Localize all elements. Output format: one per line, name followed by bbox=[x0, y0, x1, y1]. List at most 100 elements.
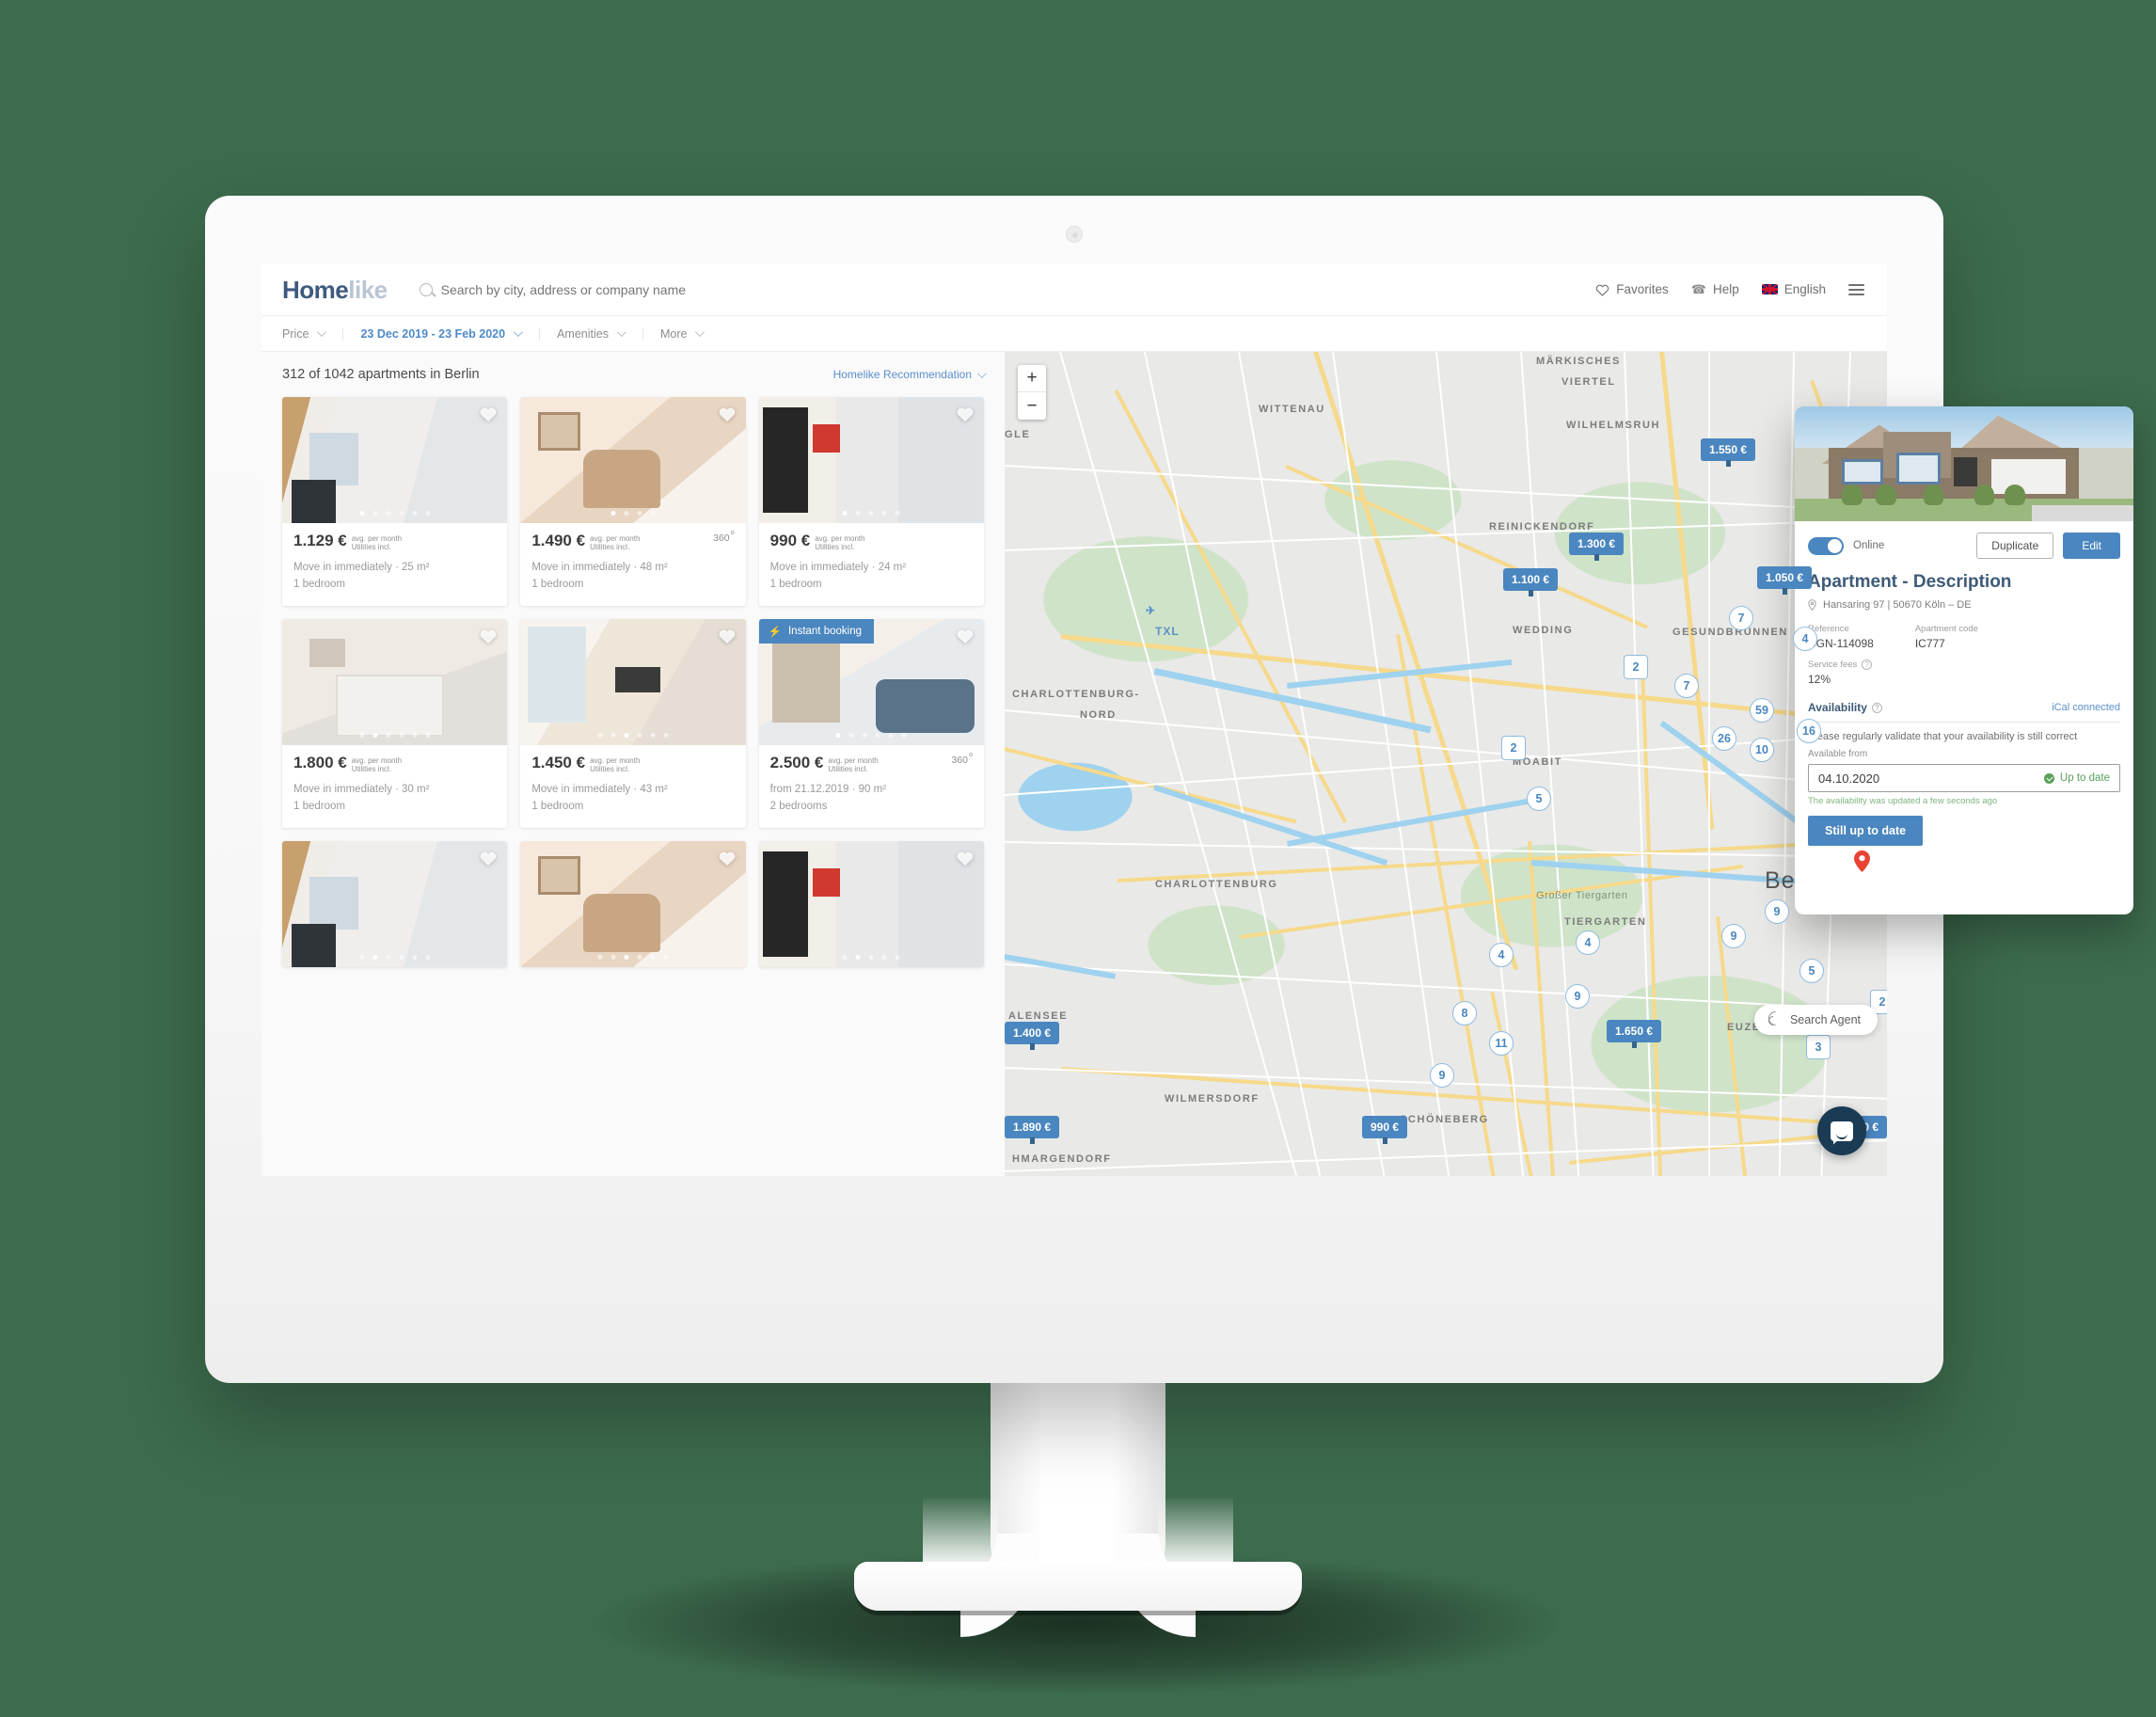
map-cluster-marker[interactable]: 2 bbox=[1501, 736, 1526, 760]
favorite-heart-icon[interactable] bbox=[718, 405, 737, 422]
map-price-pin[interactable]: 990 € bbox=[1362, 1116, 1408, 1144]
search-agent-button[interactable]: Search Agent bbox=[1753, 1005, 1878, 1035]
map-cluster-marker[interactable]: 2 bbox=[1624, 655, 1648, 679]
favorite-heart-icon[interactable] bbox=[479, 628, 498, 644]
favorite-heart-icon[interactable] bbox=[479, 405, 498, 422]
reference-value: CGN-114098 bbox=[1808, 637, 1874, 650]
online-toggle[interactable] bbox=[1808, 536, 1844, 555]
filter-more[interactable]: More bbox=[642, 326, 721, 341]
map-price-pin[interactable]: 1.050 € bbox=[1757, 566, 1813, 595]
map-cluster-marker[interactable]: 5 bbox=[1799, 959, 1824, 983]
listing-image[interactable] bbox=[520, 841, 746, 967]
favorite-heart-icon[interactable] bbox=[718, 850, 737, 866]
filter-dates[interactable]: 23 Dec 2019 - 23 Feb 2020 bbox=[342, 326, 539, 341]
listing-card[interactable] bbox=[758, 841, 984, 967]
selected-location-pin-icon[interactable] bbox=[1854, 851, 1870, 872]
language-selector[interactable]: English bbox=[1761, 282, 1826, 296]
filter-amenities[interactable]: Amenities bbox=[539, 326, 642, 341]
map-cluster-marker[interactable]: 7 bbox=[1729, 606, 1753, 630]
listing-image[interactable] bbox=[282, 397, 508, 523]
image-carousel-dots[interactable] bbox=[597, 733, 669, 738]
duplicate-button[interactable]: Duplicate bbox=[1976, 533, 2054, 559]
homelike-logo[interactable]: Home like bbox=[282, 278, 388, 302]
listing-card[interactable]: 1.129 € avg. per month Utilities incl. Move… bbox=[282, 397, 508, 606]
map-cluster-marker[interactable]: 7 bbox=[1674, 674, 1699, 698]
map-cluster-marker[interactable]: 5 bbox=[1527, 787, 1551, 811]
map-cluster-marker[interactable]: 9 bbox=[1565, 984, 1590, 1009]
listing-card[interactable]: 1.800 € avg. per month Utilities incl. Move… bbox=[282, 619, 508, 828]
map-cluster-marker[interactable]: 4 bbox=[1793, 627, 1817, 651]
search-bar[interactable] bbox=[419, 281, 1596, 297]
map-price-pin[interactable]: 1.650 € bbox=[1607, 1020, 1662, 1048]
image-carousel-dots[interactable] bbox=[835, 733, 907, 738]
chevron-down-icon bbox=[976, 368, 987, 378]
map-price-pin[interactable]: 1.890 € bbox=[1005, 1116, 1060, 1144]
listing-price-row: 990 € avg. per month Utilities incl. bbox=[770, 533, 973, 552]
filter-more-label: More bbox=[659, 326, 688, 341]
listing-card[interactable]: ⚡ Instant booking 2.500 € avg. per month Uti… bbox=[758, 619, 984, 828]
zoom-out-button[interactable]: − bbox=[1018, 392, 1046, 420]
edit-button[interactable]: Edit bbox=[2063, 533, 2120, 559]
listing-image[interactable] bbox=[282, 619, 508, 745]
map-cluster-marker[interactable]: 9 bbox=[1430, 1063, 1454, 1088]
apartment-photo bbox=[1795, 406, 2133, 521]
info-icon[interactable]: ? bbox=[1862, 660, 1873, 670]
map-cluster-marker[interactable]: 9 bbox=[1721, 924, 1746, 948]
map-cluster-marker[interactable]: 59 bbox=[1750, 698, 1774, 723]
360-badge-icon[interactable]: 360 bbox=[713, 530, 735, 544]
available-from-input[interactable]: 04.10.2020 Up to date bbox=[1808, 764, 2120, 793]
map-price-pin[interactable]: 1.300 € bbox=[1569, 533, 1625, 561]
map-price-pin[interactable]: 1.400 € bbox=[1005, 1022, 1060, 1050]
image-carousel-dots[interactable] bbox=[610, 511, 656, 516]
favorite-heart-icon[interactable] bbox=[479, 850, 498, 866]
listing-image[interactable] bbox=[520, 397, 746, 523]
listing-image[interactable] bbox=[758, 397, 984, 523]
map-cluster-marker[interactable]: 4 bbox=[1576, 930, 1600, 955]
map-price-pin[interactable]: 1.550 € bbox=[1701, 438, 1756, 467]
ical-connected-link[interactable]: iCal connected bbox=[2052, 702, 2120, 713]
sort-dropdown[interactable]: Homelike Recommendation bbox=[833, 368, 987, 381]
search-input[interactable] bbox=[440, 281, 836, 297]
favorites-button[interactable]: Favorites bbox=[1595, 282, 1669, 296]
map-cluster-marker[interactable]: 9 bbox=[1765, 899, 1789, 924]
listing-card[interactable] bbox=[520, 841, 746, 967]
map-zoom-controls[interactable]: + − bbox=[1018, 365, 1046, 420]
map-cluster-marker[interactable]: 16 bbox=[1797, 719, 1821, 743]
image-carousel-dots[interactable] bbox=[842, 511, 900, 516]
favorite-heart-icon[interactable] bbox=[956, 628, 975, 644]
panel-fields-row: Reference CGN-114098 Apartment code IC77… bbox=[1795, 611, 2133, 650]
image-carousel-dots[interactable] bbox=[359, 733, 431, 738]
menu-button[interactable] bbox=[1848, 283, 1864, 295]
listing-image[interactable] bbox=[758, 841, 984, 967]
map-cluster-marker[interactable]: 11 bbox=[1489, 1031, 1514, 1056]
image-carousel-dots[interactable] bbox=[842, 955, 900, 960]
listing-image[interactable]: ⚡ Instant booking bbox=[758, 619, 984, 745]
map-cluster-marker[interactable]: 8 bbox=[1452, 1001, 1477, 1025]
map-cluster-marker[interactable]: 3 bbox=[1806, 1035, 1831, 1059]
map-price-pin[interactable]: 1.100 € bbox=[1503, 568, 1559, 596]
listing-image[interactable] bbox=[282, 841, 508, 967]
filter-price[interactable]: Price bbox=[282, 327, 342, 341]
360-badge-icon[interactable]: 360 bbox=[951, 752, 973, 766]
listing-image[interactable] bbox=[520, 619, 746, 745]
image-carousel-dots[interactable] bbox=[597, 955, 669, 960]
favorite-heart-icon[interactable] bbox=[718, 628, 737, 644]
map-cluster-marker[interactable]: 26 bbox=[1712, 726, 1736, 751]
help-button[interactable]: ☎ Help bbox=[1691, 282, 1739, 297]
listing-card[interactable] bbox=[282, 841, 508, 967]
image-carousel-dots[interactable] bbox=[359, 955, 431, 960]
favorite-heart-icon[interactable] bbox=[956, 850, 975, 866]
still-up-to-date-button[interactable]: Still up to date bbox=[1808, 816, 1924, 847]
map-panel[interactable]: MÄRKISCHES VIERTEL WITTENAU WILHELMSRUH GLE R… bbox=[1005, 352, 1887, 1176]
info-icon[interactable]: ? bbox=[1871, 703, 1882, 714]
listing-card[interactable]: 990 € avg. per month Utilities incl. Move i… bbox=[758, 397, 984, 606]
chat-button[interactable] bbox=[1817, 1106, 1866, 1155]
listing-card[interactable]: 1.490 €avg. per monthUtilities incl. 360 M… bbox=[520, 397, 746, 606]
available-from-label: Available from bbox=[1808, 749, 1868, 760]
listing-card[interactable]: 1.450 € avg. per month Utilities incl. Move… bbox=[520, 619, 746, 828]
map-cluster-marker[interactable]: 4 bbox=[1489, 943, 1514, 967]
image-carousel-dots[interactable] bbox=[359, 511, 431, 516]
favorite-heart-icon[interactable] bbox=[956, 405, 975, 422]
zoom-in-button[interactable]: + bbox=[1018, 365, 1046, 392]
map-cluster-marker[interactable]: 10 bbox=[1750, 738, 1774, 762]
